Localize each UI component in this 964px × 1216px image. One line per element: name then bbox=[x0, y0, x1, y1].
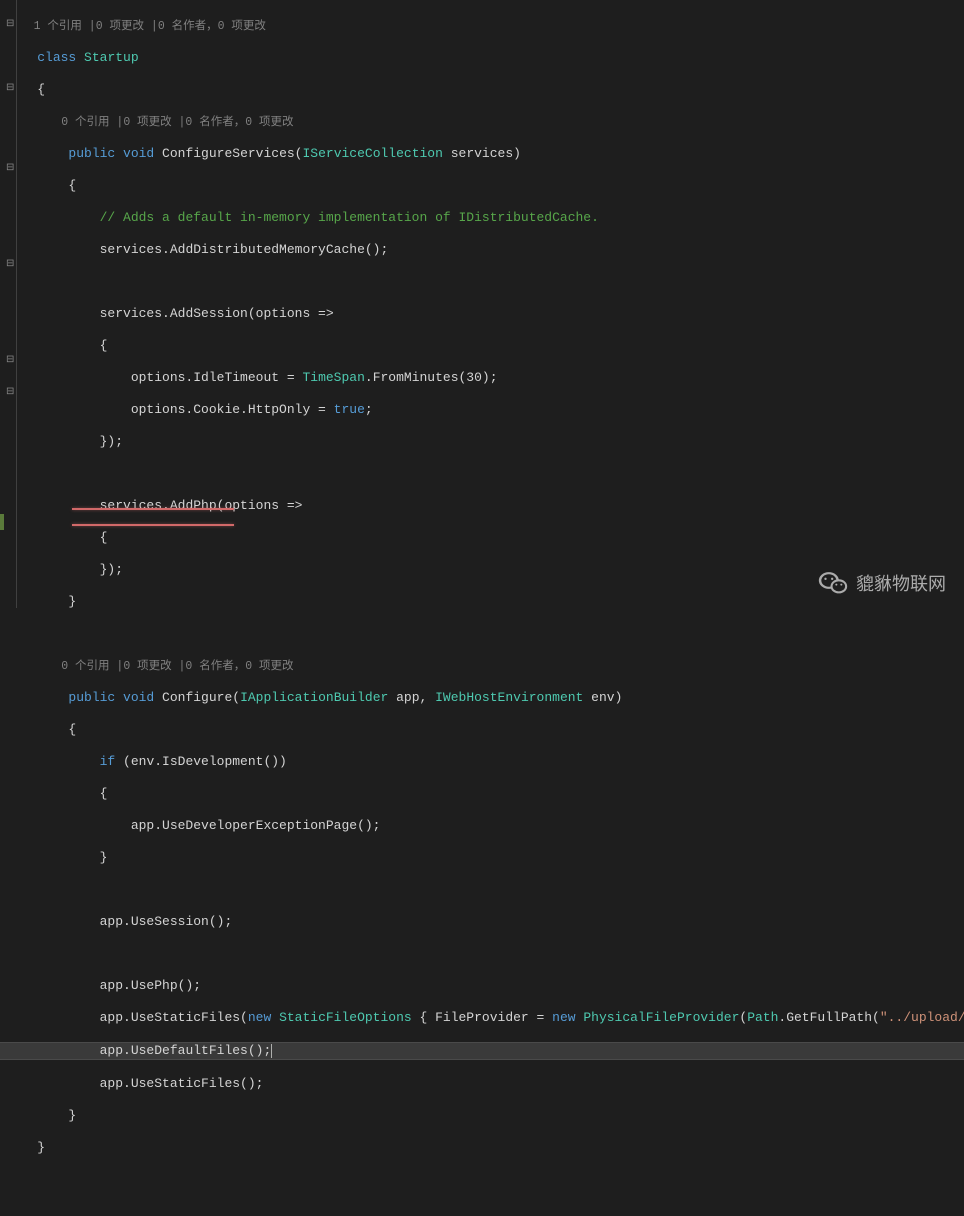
codelens[interactable]: 0 个引用 |0 项更改 |0 名作者，0 项更改 bbox=[6, 660, 294, 673]
watermark-text: 貔貅物联网 bbox=[856, 570, 946, 596]
code-editor[interactable]: ⊟ ⊟ ⊟ ⊟ ⊟ ⊟ 1 个引用 |0 项更改 |0 名作者，0 项更改 cl… bbox=[0, 0, 964, 608]
text-cursor bbox=[271, 1044, 272, 1058]
error-underline bbox=[72, 524, 234, 526]
current-line: app.UseDefaultFiles(); bbox=[0, 1042, 964, 1060]
codelens[interactable]: 1 个引用 |0 项更改 |0 名作者，0 项更改 bbox=[6, 20, 266, 33]
codelens[interactable]: 0 个引用 |0 项更改 |0 名作者，0 项更改 bbox=[6, 116, 294, 129]
wechat-icon bbox=[818, 570, 848, 596]
error-underline bbox=[72, 508, 234, 510]
code-content[interactable]: 1 个引用 |0 项更改 |0 名作者，0 项更改 class Startup … bbox=[0, 0, 964, 608]
watermark: 貔貅物联网 bbox=[818, 570, 946, 596]
